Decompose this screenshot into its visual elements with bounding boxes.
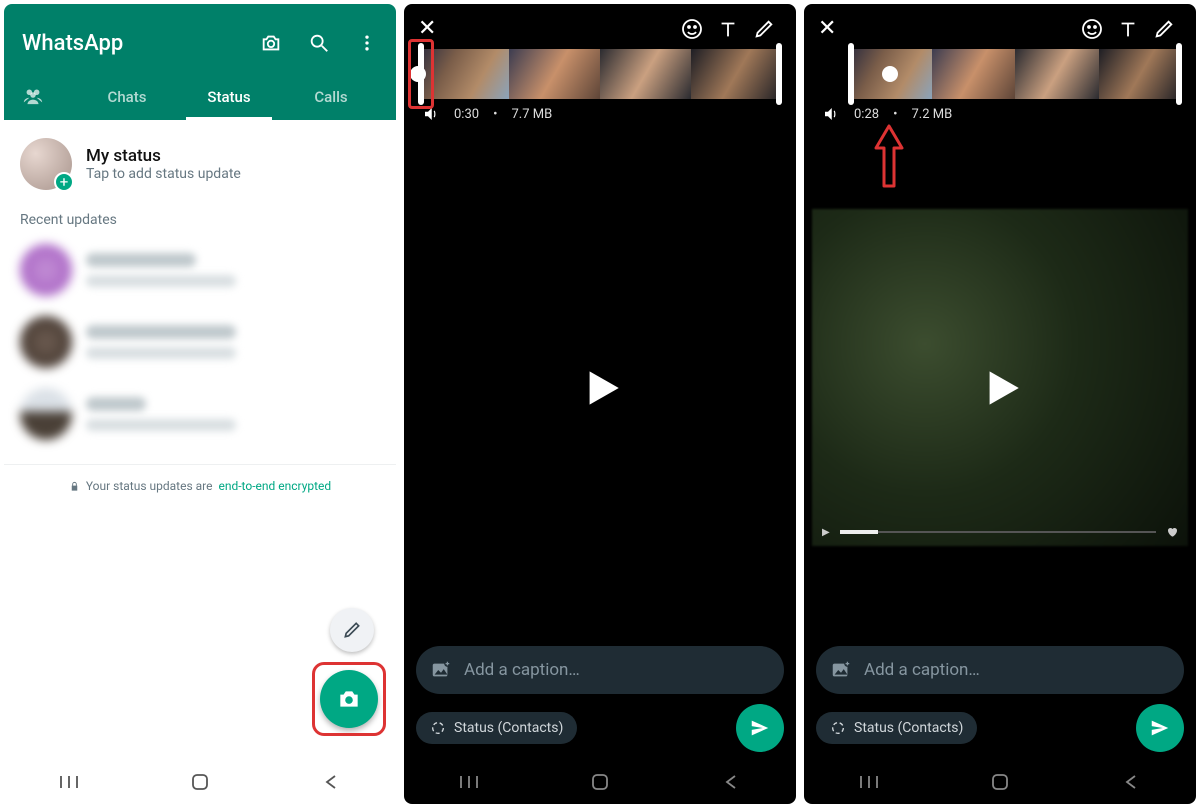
send-button[interactable] — [736, 704, 784, 752]
video-progress[interactable]: ▶ — [822, 526, 1178, 538]
trim-start-handle[interactable] — [848, 43, 854, 105]
android-navbar — [4, 760, 396, 804]
send-button[interactable] — [1136, 704, 1184, 752]
status-list: + My status Tap to add status update Rec… — [4, 120, 396, 760]
progress-track[interactable] — [840, 531, 1156, 533]
camera-icon[interactable] — [256, 32, 286, 54]
compose-text-status-button[interactable] — [330, 608, 374, 652]
app-header: WhatsApp Chats Status Calls — [4, 4, 396, 120]
editor-toolbar: ✕ — [404, 4, 796, 47]
status-item[interactable] — [4, 234, 396, 306]
add-photo-icon — [430, 659, 452, 681]
android-navbar — [404, 760, 796, 804]
trim-playhead-knob[interactable] — [882, 66, 898, 82]
pencil-icon — [342, 620, 362, 640]
encryption-link[interactable]: end-to-end encrypted — [218, 479, 331, 493]
nav-back-icon[interactable] — [721, 772, 741, 792]
status-editor-screen-full: ✕ 0:30 • 7.7 MB Add a caption… — [404, 4, 796, 804]
status-item[interactable] — [4, 378, 396, 450]
recent-updates-label: Recent updates — [4, 200, 396, 234]
nav-back-icon[interactable] — [321, 772, 341, 792]
trim-start-knob[interactable] — [410, 66, 426, 82]
nav-home-icon[interactable] — [590, 772, 610, 792]
contact-avatar — [20, 244, 72, 296]
filesize-label: 7.2 MB — [911, 107, 952, 122]
tab-communities[interactable] — [22, 70, 76, 120]
contact-avatar — [20, 388, 72, 440]
draw-tool-icon[interactable] — [1146, 18, 1182, 40]
nav-back-icon[interactable] — [1121, 772, 1141, 792]
camera-status-button[interactable] — [320, 670, 378, 728]
text-tool-icon[interactable] — [710, 18, 746, 40]
video-preview[interactable]: ▶ — [804, 129, 1196, 646]
caption-input[interactable]: Add a caption… — [416, 646, 784, 694]
my-status-subtitle: Tap to add status update — [86, 166, 241, 182]
caption-input[interactable]: Add a caption… — [816, 646, 1184, 694]
status-item[interactable] — [4, 306, 396, 378]
more-menu-icon[interactable] — [352, 33, 382, 53]
caption-placeholder: Add a caption… — [864, 660, 980, 680]
encryption-notice: Your status updates are end-to-end encry… — [4, 464, 396, 493]
play-icon[interactable] — [575, 363, 625, 413]
my-status-row[interactable]: + My status Tap to add status update — [4, 134, 396, 200]
volume-icon[interactable] — [822, 105, 840, 123]
nav-home-icon[interactable] — [990, 772, 1010, 792]
trim-end-handle[interactable] — [776, 43, 782, 105]
my-status-title: My status — [86, 146, 241, 166]
editor-toolbar: ✕ — [804, 4, 1196, 47]
duration-label: 0:30 — [454, 107, 479, 122]
audience-chip[interactable]: Status (Contacts) — [816, 712, 977, 744]
contact-avatar — [20, 316, 72, 368]
status-editor-screen-trimmed: ✕ 0:28 • 7.2 MB ▶ — [804, 4, 1196, 804]
whatsapp-status-screen: WhatsApp Chats Status Calls + — [4, 4, 396, 804]
video-trim-strip[interactable] — [418, 49, 782, 99]
status-ring-icon — [830, 720, 846, 736]
android-navbar — [804, 760, 1196, 804]
nav-recents-icon[interactable] — [59, 772, 79, 792]
camera-icon — [336, 686, 362, 712]
nav-home-icon[interactable] — [190, 772, 210, 792]
video-meta: 0:30 • 7.7 MB — [404, 105, 796, 129]
status-ring-icon — [430, 720, 446, 736]
caption-placeholder: Add a caption… — [464, 660, 580, 680]
add-photo-icon — [830, 659, 852, 681]
send-icon — [1149, 717, 1171, 739]
duration-label: 0:28 — [854, 107, 879, 122]
draw-tool-icon[interactable] — [746, 18, 782, 40]
nav-recents-icon[interactable] — [859, 772, 879, 792]
text-tool-icon[interactable] — [1110, 18, 1146, 40]
trim-end-handle[interactable] — [1176, 43, 1182, 105]
tab-chats[interactable]: Chats — [76, 74, 178, 120]
tab-status[interactable]: Status — [178, 74, 280, 120]
add-status-plus-icon: + — [54, 172, 74, 192]
video-trim-strip[interactable] — [848, 49, 1182, 99]
filesize-label: 7.7 MB — [511, 107, 552, 122]
tab-calls[interactable]: Calls — [280, 74, 382, 120]
send-icon — [749, 717, 771, 739]
close-icon[interactable]: ✕ — [418, 16, 436, 41]
close-icon[interactable]: ✕ — [818, 16, 836, 41]
lock-icon — [69, 481, 80, 492]
nav-recents-icon[interactable] — [459, 772, 479, 792]
video-preview[interactable] — [404, 129, 796, 646]
emoji-sticker-icon[interactable] — [1074, 17, 1110, 41]
video-meta: 0:28 • 7.2 MB — [804, 105, 1196, 129]
app-title: WhatsApp — [22, 31, 238, 56]
emoji-sticker-icon[interactable] — [674, 17, 710, 41]
volume-icon[interactable] — [422, 105, 440, 123]
audience-chip[interactable]: Status (Contacts) — [416, 712, 577, 744]
search-icon[interactable] — [304, 32, 334, 54]
tab-bar: Chats Status Calls — [22, 70, 382, 120]
mini-play-icon: ▶ — [822, 527, 830, 538]
heart-icon — [1166, 526, 1178, 538]
play-icon[interactable] — [975, 363, 1025, 413]
